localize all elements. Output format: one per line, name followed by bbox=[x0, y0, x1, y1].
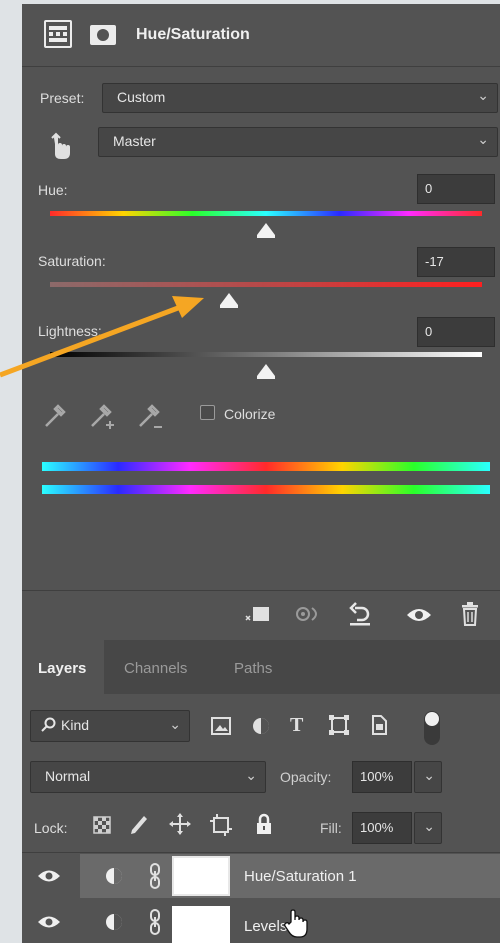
blend-mode-value: Normal bbox=[45, 768, 91, 784]
blend-mode-dropdown[interactable]: Normal ⌄ bbox=[30, 761, 266, 793]
tab-layers[interactable]: Layers bbox=[22, 640, 104, 694]
link-icon[interactable] bbox=[148, 862, 162, 890]
adjustment-icon[interactable] bbox=[44, 20, 72, 48]
lightness-label: Lightness: bbox=[38, 323, 102, 339]
chevron-down-icon: ⌄ bbox=[477, 87, 489, 103]
lock-position-icon[interactable] bbox=[168, 812, 192, 836]
channel-dropdown[interactable]: Master ⌄ bbox=[98, 127, 498, 157]
colorize-checkbox[interactable] bbox=[200, 405, 215, 420]
chevron-down-icon: ⌄ bbox=[477, 131, 489, 147]
properties-title: Hue/Saturation bbox=[136, 26, 250, 43]
trash-icon[interactable] bbox=[458, 602, 482, 628]
saturation-value: -17 bbox=[425, 254, 444, 269]
view-previous-state-icon[interactable] bbox=[292, 602, 326, 626]
visibility-eye-icon[interactable] bbox=[36, 912, 62, 932]
opacity-dropdown-button[interactable]: ⌄ bbox=[414, 761, 442, 793]
lock-label: Lock: bbox=[34, 820, 68, 836]
hue-slider-track[interactable] bbox=[50, 211, 482, 216]
filter-smart-object-icon[interactable] bbox=[368, 714, 390, 736]
layer-mask-thumbnail[interactable] bbox=[172, 906, 230, 943]
properties-panel: Hue/Saturation Preset: Custom ⌄ Master ⌄… bbox=[22, 4, 500, 943]
lightness-slider-thumb[interactable] bbox=[257, 364, 275, 379]
filter-adjustment-icon[interactable] bbox=[250, 715, 272, 737]
visibility-eye-icon[interactable] bbox=[36, 866, 62, 886]
filter-shape-icon[interactable] bbox=[328, 714, 350, 736]
lock-all-icon[interactable] bbox=[254, 813, 274, 835]
hue-input[interactable]: 0 bbox=[417, 174, 495, 204]
chevron-down-icon: ⌄ bbox=[423, 818, 435, 834]
lock-artboard-icon[interactable] bbox=[208, 812, 234, 838]
filter-type-icon[interactable]: T bbox=[290, 714, 312, 736]
eyedropper-icon[interactable] bbox=[42, 402, 68, 430]
chevron-down-icon: ⌄ bbox=[245, 767, 257, 783]
eyedropper-minus-icon[interactable] bbox=[136, 402, 164, 432]
preset-label: Preset: bbox=[40, 90, 85, 106]
lock-transparent-pixels-icon[interactable] bbox=[92, 815, 112, 835]
output-spectrum-bar bbox=[42, 485, 490, 494]
tab-layers-label: Layers bbox=[38, 660, 87, 677]
filter-pixel-icon[interactable] bbox=[210, 716, 232, 736]
layer-row[interactable]: Levels bbox=[22, 900, 500, 943]
link-icon[interactable] bbox=[148, 908, 162, 936]
targeted-adjustment-hand-icon[interactable] bbox=[44, 130, 76, 162]
layer-mask-thumbnail[interactable] bbox=[172, 856, 230, 896]
fill-value: 100% bbox=[360, 820, 394, 835]
lightness-slider-track[interactable] bbox=[50, 352, 482, 357]
kind-filter-dropdown[interactable]: Kind ⌄ bbox=[30, 710, 190, 742]
fill-input[interactable]: 100% bbox=[352, 812, 412, 844]
input-spectrum-bar bbox=[42, 462, 490, 471]
layers-list-divider bbox=[22, 852, 500, 853]
preset-dropdown[interactable]: Custom ⌄ bbox=[102, 83, 498, 113]
reset-icon[interactable] bbox=[346, 600, 374, 628]
lock-image-pixels-icon[interactable] bbox=[128, 814, 150, 836]
channel-value: Master bbox=[113, 133, 156, 149]
visibility-eye-icon[interactable] bbox=[404, 604, 434, 626]
saturation-label: Saturation: bbox=[38, 253, 106, 269]
saturation-input[interactable]: -17 bbox=[417, 247, 495, 277]
fill-dropdown-button[interactable]: ⌄ bbox=[414, 812, 442, 844]
chevron-down-icon: ⌄ bbox=[423, 767, 435, 783]
adjustment-layer-icon bbox=[104, 912, 124, 932]
header-divider bbox=[22, 66, 500, 67]
opacity-input[interactable]: 100% bbox=[352, 761, 412, 793]
filter-toggle-switch[interactable] bbox=[424, 711, 440, 745]
eyedropper-plus-icon[interactable] bbox=[88, 402, 116, 432]
opacity-label: Opacity: bbox=[280, 769, 332, 785]
tab-channels[interactable]: Channels bbox=[110, 640, 206, 694]
properties-header: Hue/Saturation bbox=[22, 4, 500, 66]
lightness-value: 0 bbox=[425, 324, 433, 339]
layer-name[interactable]: Hue/Saturation 1 bbox=[244, 868, 357, 885]
hue-label: Hue: bbox=[38, 182, 68, 198]
tab-paths[interactable]: Paths bbox=[214, 640, 294, 694]
hue-slider-thumb[interactable] bbox=[257, 223, 275, 238]
tab-channels-label: Channels bbox=[124, 660, 188, 677]
saturation-slider-track[interactable] bbox=[50, 282, 482, 287]
opacity-value: 100% bbox=[360, 769, 394, 784]
mask-icon[interactable] bbox=[90, 25, 116, 45]
clip-to-layer-icon[interactable] bbox=[242, 602, 272, 626]
chevron-down-icon: ⌄ bbox=[169, 716, 181, 732]
saturation-slider-thumb[interactable] bbox=[220, 293, 239, 308]
tab-paths-label: Paths bbox=[234, 660, 273, 677]
hand-cursor-icon bbox=[284, 908, 310, 938]
adjustment-layer-icon bbox=[104, 866, 124, 886]
kind-filter-label: Kind bbox=[61, 717, 90, 733]
layer-row[interactable]: Hue/Saturation 1 bbox=[22, 854, 500, 898]
lightness-input[interactable]: 0 bbox=[417, 317, 495, 347]
search-icon bbox=[41, 717, 57, 733]
hue-value: 0 bbox=[425, 181, 433, 196]
fill-label: Fill: bbox=[320, 820, 342, 836]
layer-name[interactable]: Levels bbox=[244, 918, 287, 935]
colorize-label: Colorize bbox=[224, 406, 276, 422]
toolbar-divider bbox=[22, 590, 500, 591]
preset-value: Custom bbox=[117, 89, 166, 105]
